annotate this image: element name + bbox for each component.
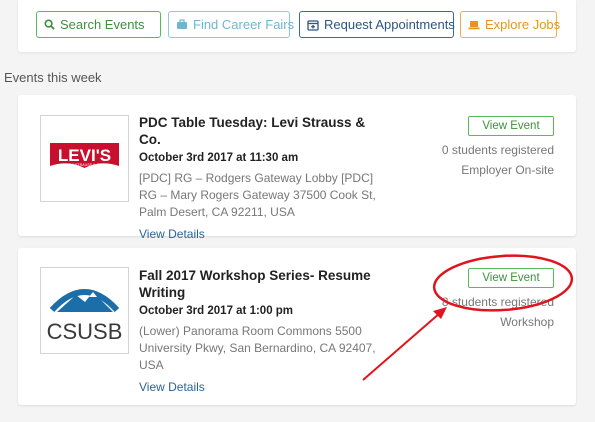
- employer-logo: LEVI'S LEVI STRAUSS & CO.: [40, 115, 129, 202]
- event-date: October 3rd 2017 at 1:00 pm: [139, 305, 294, 317]
- event-title: Fall 2017 Workshop Series- Resume Writin…: [139, 268, 371, 300]
- find-career-fairs-label: Find Career Fairs: [193, 17, 295, 32]
- explore-jobs-label: Explore Jobs: [485, 17, 561, 32]
- levis-logo-subtext: LEVI STRAUSS & CO.: [66, 163, 103, 167]
- search-events-button[interactable]: Search Events: [36, 11, 161, 38]
- event-location: [PDC] RG – Rodgers Gateway Lobby [PDC] R…: [139, 171, 376, 219]
- registered-count: 0 students registered: [441, 143, 554, 157]
- action-toolbar: Search Events Find Career Fairs Request …: [18, 0, 576, 52]
- request-appointments-label: Request Appointments: [324, 17, 455, 32]
- event-meta: View Event 8 students registered Worksho…: [442, 267, 554, 332]
- csusb-logo-text: CSUSB: [47, 319, 123, 344]
- request-appointments-button[interactable]: Request Appointments: [299, 11, 455, 38]
- view-event-button[interactable]: View Event: [468, 116, 554, 136]
- event-date: October 3rd 2017 at 11:30 am: [139, 152, 299, 164]
- event-location: (Lower) Panorama Room Commons 5500 Unive…: [139, 324, 376, 372]
- event-info: Fall 2017 Workshop Series- Resume Writin…: [139, 267, 389, 394]
- view-event-button[interactable]: View Event: [468, 268, 554, 288]
- section-title: Events this week: [4, 70, 102, 85]
- find-career-fairs-button[interactable]: Find Career Fairs: [168, 11, 294, 38]
- event-category: Employer On-site: [461, 163, 554, 177]
- view-details-link[interactable]: View Details: [139, 227, 389, 241]
- search-events-label: Search Events: [60, 17, 145, 32]
- event-meta: View Event 0 students registered Employe…: [442, 115, 554, 180]
- event-card: LEVI'S LEVI STRAUSS & CO. PDC Table Tues…: [18, 95, 576, 241]
- event-category: Workshop: [500, 315, 554, 329]
- view-details-link[interactable]: View Details: [139, 380, 389, 394]
- laptop-icon: [468, 20, 480, 30]
- event-card: CSUSB Fall 2017 Workshop Series- Resume …: [18, 248, 576, 405]
- event-title: PDC Table Tuesday: Levi Strauss & Co.: [139, 115, 366, 147]
- event-info: PDC Table Tuesday: Levi Strauss & Co. Oc…: [139, 114, 389, 241]
- explore-jobs-button[interactable]: Explore Jobs: [460, 11, 561, 38]
- search-icon: [44, 19, 55, 30]
- calendar-icon: [307, 19, 319, 31]
- briefcase-icon: [176, 19, 188, 30]
- csusb-logo: CSUSB: [40, 267, 129, 354]
- registered-count: 8 students registered: [441, 295, 554, 309]
